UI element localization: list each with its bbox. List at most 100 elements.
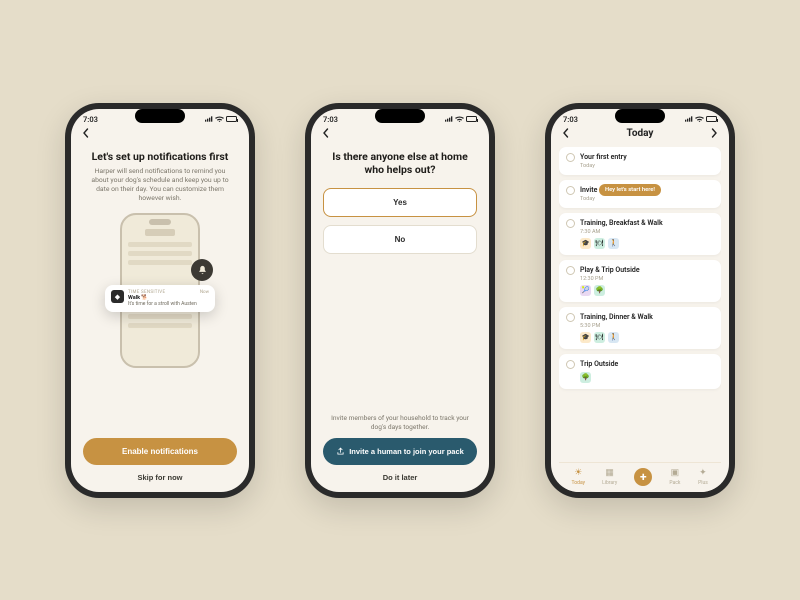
walk-icon: 🚶	[608, 332, 619, 343]
item-title: Training, Dinner & Walk	[580, 313, 653, 321]
training-icon: 🎓	[580, 332, 591, 343]
screen1-title: Let's set up notifications first	[83, 150, 237, 163]
check-circle-icon[interactable]	[566, 186, 575, 195]
app-icon: ◆	[111, 290, 124, 303]
wifi-icon	[455, 116, 464, 123]
item-title: Training, Breakfast & Walk	[580, 219, 663, 227]
check-circle-icon[interactable]	[566, 153, 575, 162]
status-indicators	[685, 116, 717, 123]
notif-when: Now	[200, 290, 209, 295]
activity-tags: 🎓 🍽 🚶	[580, 332, 714, 343]
timeline-item[interactable]: Invite Today Hey let's start here!	[559, 180, 721, 208]
option-no-button[interactable]: No	[323, 225, 477, 254]
pack-icon: ▣	[669, 468, 680, 479]
tab-label: Plus	[698, 480, 708, 486]
screen1-body: Harper will send notifications to remind…	[83, 167, 237, 204]
nav-bar: Today	[551, 126, 729, 143]
wifi-icon	[215, 116, 224, 123]
skip-button[interactable]: Skip for now	[83, 465, 237, 484]
item-title: Trip Outside	[580, 360, 618, 368]
back-icon[interactable]	[81, 128, 91, 138]
notif-body: It's time for a stroll with Austen	[128, 301, 209, 307]
activity-tags: 🌳	[580, 372, 714, 383]
play-icon: 🎾	[580, 285, 591, 296]
bell-icon	[191, 259, 213, 281]
do-later-button[interactable]: Do it later	[323, 465, 477, 484]
meal-icon: 🍽	[594, 238, 605, 249]
item-time: 7:30 AM	[580, 229, 714, 235]
timeline-list: Your first entry Today Invite Today Hey …	[559, 147, 721, 462]
helper-text: Invite members of your household to trac…	[323, 414, 477, 431]
option-yes-button[interactable]: Yes	[323, 188, 477, 217]
timeline-item[interactable]: Training, Dinner & Walk 5:30 PM 🎓 🍽 🚶	[559, 307, 721, 349]
signal-icon	[685, 116, 693, 122]
back-icon[interactable]	[321, 128, 331, 138]
battery-icon	[466, 116, 477, 122]
tab-label: Library	[602, 480, 617, 486]
timeline-item[interactable]: Your first entry Today	[559, 147, 721, 175]
item-time: Today	[580, 196, 714, 202]
check-circle-icon[interactable]	[566, 219, 575, 228]
tab-bar: ☀ Today ▦ Library + ▣ Pack ✦ Plus	[559, 462, 721, 492]
nav-bar	[311, 126, 489, 142]
add-button[interactable]: +	[634, 468, 652, 486]
wifi-icon	[695, 116, 704, 123]
signal-icon	[205, 116, 213, 122]
battery-icon	[226, 116, 237, 122]
prev-day-icon[interactable]	[561, 128, 571, 138]
battery-icon	[706, 116, 717, 122]
screen-notifications: 7:03 Let's set up notifications first Ha…	[71, 109, 249, 492]
timeline-item[interactable]: Play & Trip Outside 12:30 PM 🎾 🌳	[559, 260, 721, 302]
item-title: Invite	[580, 186, 597, 194]
calendar-icon: ▦	[604, 468, 615, 479]
status-time: 7:03	[563, 115, 578, 124]
training-icon: 🎓	[580, 238, 591, 249]
status-indicators	[445, 116, 477, 123]
item-time: 12:30 PM	[580, 276, 714, 282]
tab-label: Pack	[669, 480, 680, 486]
phone-notifications: 7:03 Let's set up notifications first Ha…	[65, 103, 255, 498]
status-indicators	[205, 116, 237, 123]
item-time: 5:30 PM	[580, 323, 714, 329]
notch	[375, 109, 425, 123]
screen2-title: Is there anyone else at home who helps o…	[323, 150, 477, 176]
check-circle-icon[interactable]	[566, 266, 575, 275]
item-time: Today	[580, 163, 714, 169]
invite-button[interactable]: Invite a human to join your pack	[323, 438, 477, 465]
timeline-item[interactable]: Trip Outside 🌳	[559, 354, 721, 389]
status-time: 7:03	[323, 115, 338, 124]
timeline-item[interactable]: Training, Breakfast & Walk 7:30 AM 🎓 🍽 🚶	[559, 213, 721, 255]
walk-icon: 🚶	[608, 238, 619, 249]
next-day-icon[interactable]	[709, 128, 719, 138]
screen-household: 7:03 Is there anyone else at home who he…	[311, 109, 489, 492]
sparkle-icon: ✦	[697, 468, 708, 479]
notch	[615, 109, 665, 123]
nav-bar	[71, 126, 249, 142]
tab-plus[interactable]: ✦ Plus	[697, 468, 708, 486]
meal-icon: 🍽	[594, 332, 605, 343]
check-circle-icon[interactable]	[566, 313, 575, 322]
phone-household: 7:03 Is there anyone else at home who he…	[305, 103, 495, 498]
status-time: 7:03	[83, 115, 98, 124]
tab-library[interactable]: ▦ Library	[602, 468, 617, 486]
activity-tags: 🎓 🍽 🚶	[580, 238, 714, 249]
outside-icon: 🌳	[594, 285, 605, 296]
preview-illustration: ◆ TIME SENSITIVE Now Walk 🐕 It's time fo…	[105, 213, 215, 368]
activity-tags: 🎾 🌳	[580, 285, 714, 296]
check-circle-icon[interactable]	[566, 360, 575, 369]
share-icon	[336, 447, 345, 456]
enable-notifications-button[interactable]: Enable notifications	[83, 438, 237, 465]
tab-today[interactable]: ☀ Today	[572, 468, 585, 486]
sun-icon: ☀	[573, 468, 584, 479]
notch	[135, 109, 185, 123]
start-here-tooltip: Hey let's start here!	[599, 184, 661, 196]
screen-today: 7:03 Today Your first entry Today Invite…	[551, 109, 729, 492]
invite-label: Invite a human to join your pack	[349, 447, 464, 456]
screen3-title: Today	[627, 128, 654, 139]
item-title: Your first entry	[580, 153, 627, 161]
tab-label: Today	[572, 480, 585, 486]
tab-pack[interactable]: ▣ Pack	[669, 468, 680, 486]
notification-card: ◆ TIME SENSITIVE Now Walk 🐕 It's time fo…	[105, 285, 215, 312]
signal-icon	[445, 116, 453, 122]
phone-today: 7:03 Today Your first entry Today Invite…	[545, 103, 735, 498]
